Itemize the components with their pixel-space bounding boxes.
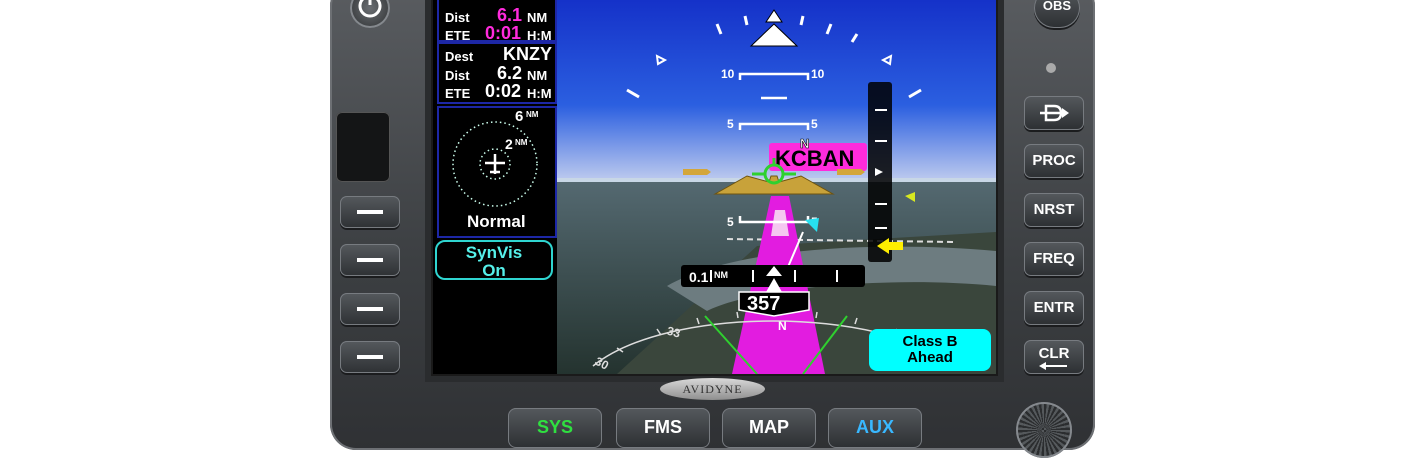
direct-to-button[interactable] — [1024, 96, 1084, 130]
leg-box: Dist 6.1 NM ETE 0:01 H:M — [437, 0, 557, 43]
display-screen: Dist 6.1 NM ETE 0:01 H:M Dest KNZY Dist … — [431, 0, 998, 376]
heading-value: 357 — [747, 293, 780, 315]
distance-unit: NM — [714, 270, 728, 280]
left-line-key-4[interactable] — [340, 341, 400, 373]
entr-button[interactable]: ENTR — [1024, 291, 1084, 325]
dest-label: Dest — [445, 49, 474, 64]
ete-label: ETE — [445, 28, 471, 43]
pitch-label-5-right: 5 — [811, 117, 818, 131]
back-arrow-icon — [1039, 362, 1067, 370]
card-slot — [336, 112, 390, 182]
left-line-key-1[interactable] — [340, 196, 400, 228]
outer-range-unit: NM — [526, 110, 539, 119]
avidyne-logo: AVIDYNE — [660, 378, 765, 400]
dest-value: KNZY — [503, 44, 552, 64]
ete-unit: H:M — [527, 28, 552, 43]
aux-button[interactable]: AUX — [828, 408, 922, 448]
dest-dist-unit: NM — [527, 68, 548, 83]
map-button[interactable]: MAP — [722, 408, 816, 448]
alert-line-2: Ahead — [907, 349, 953, 366]
dash-icon — [357, 210, 383, 214]
traffic-box: 6 NM 2 NM Normal — [437, 106, 557, 238]
dest-ete-label: ETE — [445, 86, 471, 101]
status-led — [1046, 63, 1056, 73]
outer-range: 6 — [515, 108, 524, 125]
nrst-button[interactable]: NRST — [1024, 193, 1084, 227]
pitch-label-10-right: 10 — [811, 67, 825, 81]
dist-label: Dist — [445, 10, 470, 25]
proc-button[interactable]: PROC — [1024, 144, 1084, 178]
destination-box: Dest KNZY Dist 6.2 NM ETE 0:02 H:M — [437, 42, 557, 104]
sys-button[interactable]: SYS — [508, 408, 602, 448]
traffic-range-rings — [452, 121, 538, 207]
dest-ete-unit: H:M — [527, 86, 552, 101]
rotary-knob[interactable] — [1016, 402, 1072, 458]
alert-line-1: Class B — [902, 333, 958, 350]
direct-to-icon — [1040, 104, 1069, 122]
info-panel: Dist 6.1 NM ETE 0:01 H:M Dest KNZY Dist … — [433, 0, 557, 374]
dest-ete-value: 0:02 — [485, 81, 522, 101]
waypoint-label: KCBAN — [775, 146, 854, 171]
dash-icon — [357, 258, 383, 262]
power-button[interactable] — [350, 0, 390, 28]
dash-icon — [357, 307, 383, 311]
pitch-label-10-left: 10 — [721, 67, 735, 81]
left-line-key-3[interactable] — [340, 293, 400, 325]
power-icon — [358, 0, 382, 18]
left-line-key-2[interactable] — [340, 244, 400, 276]
ete-value: 0:01 — [485, 23, 522, 43]
north-marker: N — [800, 136, 809, 151]
dest-dist-label: Dist — [445, 68, 470, 83]
synvis-toggle[interactable]: SynVis On — [435, 240, 553, 280]
dash-icon — [357, 355, 383, 359]
synvis-label: SynVis — [465, 243, 523, 262]
freq-button[interactable]: FREQ — [1024, 242, 1084, 276]
pitch-label-5-left: 5 — [727, 117, 734, 131]
compass-label-n: N — [778, 319, 787, 333]
fms-button[interactable]: FMS — [616, 408, 710, 448]
inner-range-unit: NM — [515, 138, 528, 147]
primary-flight-display: 10 10 5 5 5 5 KCBAN N 0.1 NM — [557, 0, 996, 374]
class-b-alert[interactable]: Class B Ahead — [869, 329, 991, 371]
pitch-label-neg5-left: 5 — [727, 215, 734, 229]
distance-value: 0.1 — [689, 269, 709, 285]
inner-range: 2 — [505, 136, 513, 152]
ownship-icon — [485, 154, 505, 174]
traffic-mode[interactable]: Normal — [467, 212, 526, 232]
synvis-state: On — [482, 261, 506, 280]
dist-unit: NM — [527, 10, 548, 25]
